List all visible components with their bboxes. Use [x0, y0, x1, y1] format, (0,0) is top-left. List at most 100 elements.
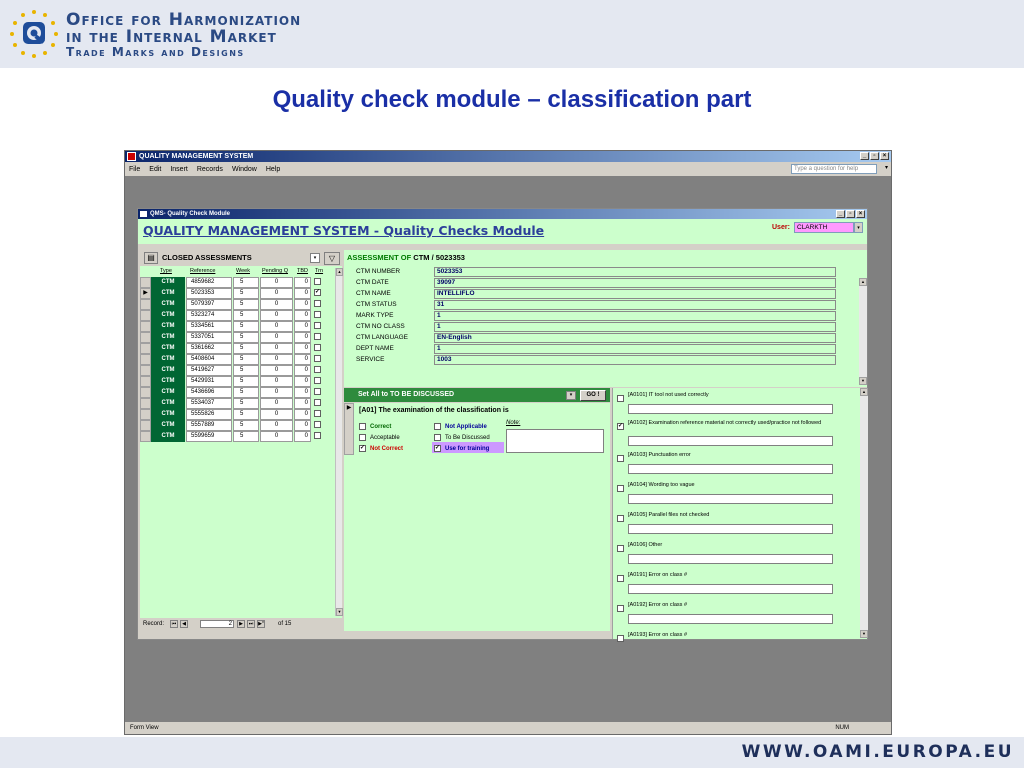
row-tbd[interactable]: 0 — [294, 365, 311, 376]
row-reference[interactable]: 5337051 — [186, 332, 232, 343]
col-trn[interactable]: Trn — [315, 268, 323, 274]
error-checkbox[interactable] — [617, 515, 624, 522]
table-row[interactable]: CTM 5408604 5 0 0 — [140, 354, 336, 365]
training-checkbox[interactable] — [314, 388, 321, 395]
error-comment-input[interactable] — [628, 524, 833, 534]
row-selector[interactable] — [140, 431, 151, 442]
training-checkbox[interactable] — [314, 410, 321, 417]
menu-help[interactable]: Help — [266, 166, 280, 173]
row-pending-q[interactable]: 0 — [260, 376, 293, 387]
row-pending-q[interactable]: 0 — [260, 387, 293, 398]
row-reference[interactable]: 5436696 — [186, 387, 232, 398]
go-button[interactable]: GO ! — [580, 390, 606, 401]
errors-scroll-up-icon[interactable]: ▲ — [860, 388, 868, 396]
row-pending-q[interactable]: 0 — [260, 409, 293, 420]
details-scrollbar[interactable]: ▲ ▼ — [859, 278, 867, 385]
row-tbd[interactable]: 0 — [294, 376, 311, 387]
row-selector[interactable] — [140, 277, 151, 288]
error-comment-input[interactable] — [628, 404, 833, 414]
table-row[interactable]: CTM 5337051 5 0 0 — [140, 332, 336, 343]
last-record-icon[interactable]: ⏭ — [247, 620, 255, 628]
details-scroll-up-icon[interactable]: ▲ — [859, 278, 867, 286]
option-checkbox[interactable]: ✓ — [434, 445, 441, 452]
training-checkbox[interactable] — [314, 333, 321, 340]
row-reference[interactable]: 5429931 — [186, 376, 232, 387]
row-week[interactable]: 5 — [233, 365, 259, 376]
row-tbd[interactable]: 0 — [294, 398, 311, 409]
user-dropdown-icon[interactable]: ▾ — [854, 222, 863, 233]
new-record-icon[interactable]: ▶* — [257, 620, 265, 628]
col-pending-q[interactable]: Pending Q — [262, 268, 288, 274]
error-comment-input[interactable] — [628, 584, 833, 594]
table-row[interactable]: CTM 5436696 5 0 0 — [140, 387, 336, 398]
row-pending-q[interactable]: 0 — [260, 398, 293, 409]
row-week[interactable]: 5 — [233, 321, 259, 332]
row-week[interactable]: 5 — [233, 299, 259, 310]
row-selector[interactable] — [140, 354, 151, 365]
training-checkbox[interactable] — [314, 355, 321, 362]
row-reference[interactable]: 5555826 — [186, 409, 232, 420]
row-selector[interactable] — [140, 365, 151, 376]
row-pending-q[interactable]: 0 — [260, 332, 293, 343]
filter-icon[interactable]: ▽ — [324, 252, 340, 265]
row-week[interactable]: 5 — [233, 431, 259, 442]
next-record-icon[interactable]: ▶ — [237, 620, 245, 628]
table-row[interactable]: CTM 5334561 5 0 0 — [140, 321, 336, 332]
table-row[interactable]: CTM 5419627 5 0 0 — [140, 365, 336, 376]
table-row[interactable]: CTM 5534037 5 0 0 — [140, 398, 336, 409]
table-row[interactable]: CTM 5323274 5 0 0 — [140, 310, 336, 321]
error-comment-input[interactable] — [628, 494, 833, 504]
note-input[interactable] — [506, 429, 604, 453]
field-value[interactable]: 39097 — [434, 278, 836, 288]
row-pending-q[interactable]: 0 — [260, 277, 293, 288]
option-checkbox[interactable] — [434, 434, 441, 441]
row-week[interactable]: 5 — [233, 409, 259, 420]
row-week[interactable]: 5 — [233, 354, 259, 365]
row-reference[interactable]: 5334561 — [186, 321, 232, 332]
row-reference[interactable]: 5599659 — [186, 431, 232, 442]
close-button[interactable]: × — [880, 152, 889, 160]
row-pending-q[interactable]: 0 — [260, 310, 293, 321]
training-checkbox[interactable] — [314, 377, 321, 384]
row-week[interactable]: 5 — [233, 343, 259, 354]
minimize-button[interactable]: _ — [860, 152, 869, 160]
row-tbd[interactable]: 0 — [294, 387, 311, 398]
option-checkbox[interactable] — [434, 423, 441, 430]
row-tbd[interactable]: 0 — [294, 299, 311, 310]
row-reference[interactable]: 4859682 — [186, 277, 232, 288]
row-tbd[interactable]: 0 — [294, 409, 311, 420]
error-comment-input[interactable] — [628, 464, 833, 474]
row-pending-q[interactable]: 0 — [260, 431, 293, 442]
row-reference[interactable]: 5557889 — [186, 420, 232, 431]
error-list-scrollbar[interactable]: ▲ ▼ — [860, 388, 868, 638]
row-selector[interactable] — [140, 420, 151, 431]
field-value[interactable]: 1003 — [434, 355, 836, 365]
form-restore-button[interactable]: ▫ — [846, 210, 855, 218]
row-week[interactable]: 5 — [233, 376, 259, 387]
option-checkbox[interactable] — [359, 434, 366, 441]
ask-dropdown-icon[interactable]: ▾ — [885, 164, 888, 171]
print-icon[interactable]: ▤ — [144, 252, 158, 264]
row-reference[interactable]: 5419627 — [186, 365, 232, 376]
option-checkbox[interactable]: ✓ — [359, 445, 366, 452]
row-selector[interactable] — [140, 310, 151, 321]
table-row[interactable]: CTM 5555826 5 0 0 — [140, 409, 336, 420]
row-week[interactable]: 5 — [233, 288, 259, 299]
row-selector[interactable] — [140, 398, 151, 409]
row-selector[interactable] — [140, 332, 151, 343]
row-tbd[interactable]: 0 — [294, 321, 311, 332]
grid-scrollbar[interactable]: ▲ ▼ — [335, 268, 343, 616]
table-row[interactable]: CTM 5361662 5 0 0 — [140, 343, 336, 354]
error-checkbox[interactable] — [617, 635, 624, 642]
row-tbd[interactable]: 0 — [294, 277, 311, 288]
form-close-button[interactable]: × — [856, 210, 865, 218]
assessments-dropdown-icon[interactable]: ▾ — [310, 253, 320, 263]
row-tbd[interactable]: 0 — [294, 354, 311, 365]
training-checkbox[interactable] — [314, 300, 321, 307]
row-tbd[interactable]: 0 — [294, 343, 311, 354]
field-value[interactable]: 1 — [434, 322, 836, 332]
row-selector[interactable] — [140, 343, 151, 354]
row-week[interactable]: 5 — [233, 310, 259, 321]
table-row[interactable]: CTM 5429931 5 0 0 — [140, 376, 336, 387]
row-week[interactable]: 5 — [233, 332, 259, 343]
